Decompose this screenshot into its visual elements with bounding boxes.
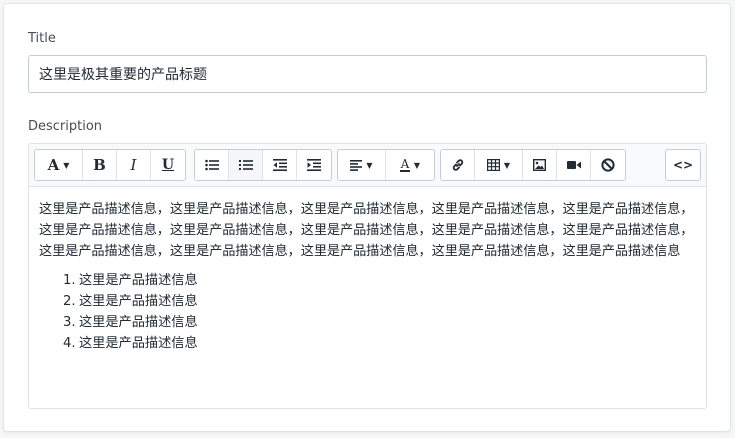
paragraph-group: ▼ A ▼ xyxy=(337,149,435,181)
editor-toolbar: A ▼ B I U ▼ A ▼ ▼ <> xyxy=(29,144,706,187)
list-item: 3. 这里是产品描述信息 xyxy=(63,312,696,333)
list-item-number: 2. xyxy=(63,294,76,309)
list-item: 2. 这里是产品描述信息 xyxy=(63,291,696,312)
ordered-list-icon xyxy=(238,160,253,170)
list-item: 4. 这里是产品描述信息 xyxy=(63,333,696,354)
caret-down-icon: ▼ xyxy=(63,160,70,170)
text-style-group: A ▼ B I U xyxy=(34,149,186,181)
title-label: Title xyxy=(28,31,56,46)
video-button[interactable] xyxy=(557,150,591,180)
video-icon xyxy=(566,161,581,169)
list-item-text: 这里是产品描述信息 xyxy=(79,336,198,351)
link-button[interactable] xyxy=(441,150,475,180)
title-input[interactable] xyxy=(28,55,707,93)
italic-icon: I xyxy=(130,156,137,174)
description-label: Description xyxy=(28,119,103,134)
table-button[interactable]: ▼ xyxy=(475,150,523,180)
align-button[interactable]: ▼ xyxy=(338,150,386,180)
align-left-icon xyxy=(350,159,363,171)
editor-content[interactable]: 这里是产品描述信息，这里是产品描述信息，这里是产品描述信息，这里是产品描述信息，… xyxy=(29,187,706,354)
list-item-number: 4. xyxy=(63,336,76,351)
outdent-icon xyxy=(272,159,287,171)
unordered-list-button[interactable] xyxy=(195,150,229,180)
list-item-number: 1. xyxy=(63,273,76,288)
unordered-list-icon xyxy=(204,159,219,171)
clear-format-icon xyxy=(601,158,615,172)
description-paragraph: 这里是产品描述信息，这里是产品描述信息，这里是产品描述信息，这里是产品描述信息，… xyxy=(39,202,694,259)
table-icon xyxy=(486,159,500,171)
list-item-text: 这里是产品描述信息 xyxy=(79,273,198,288)
underline-icon: U xyxy=(161,157,175,173)
ordered-list-button[interactable] xyxy=(229,150,263,180)
code-view-group: <> xyxy=(665,149,701,181)
image-icon xyxy=(533,159,546,171)
list-group xyxy=(194,149,332,181)
product-form-card: Title Description A ▼ B I U xyxy=(4,4,730,431)
code-view-icon: <> xyxy=(672,158,694,172)
list-item: 1. 这里是产品描述信息 xyxy=(63,270,696,291)
outdent-button[interactable] xyxy=(263,150,297,180)
font-color-button[interactable]: A ▼ xyxy=(386,150,434,180)
bold-button[interactable]: B xyxy=(83,150,117,180)
caret-down-icon: ▼ xyxy=(413,160,421,170)
image-button[interactable] xyxy=(523,150,557,180)
indent-icon xyxy=(307,159,321,171)
description-editor: A ▼ B I U ▼ A ▼ ▼ <> 这里是产品描述信息，这里是产品描述信息… xyxy=(28,143,707,409)
underline-button[interactable]: U xyxy=(151,150,185,180)
link-icon xyxy=(452,159,463,171)
code-view-button[interactable]: <> xyxy=(666,150,700,180)
bold-icon: B xyxy=(93,156,106,174)
ordered-list: 1. 这里是产品描述信息 2. 这里是产品描述信息 3. 这里是产品描述信息 4… xyxy=(39,270,696,354)
insert-group: ▼ xyxy=(440,149,626,181)
font-style-button[interactable]: A ▼ xyxy=(35,150,83,180)
clear-format-button[interactable] xyxy=(591,150,625,180)
indent-button[interactable] xyxy=(297,150,331,180)
caret-down-icon: ▼ xyxy=(366,160,373,170)
list-item-text: 这里是产品描述信息 xyxy=(79,294,198,309)
font-color-icon: A xyxy=(399,157,410,172)
caret-down-icon: ▼ xyxy=(503,160,511,170)
list-item-number: 3. xyxy=(63,315,76,330)
italic-button[interactable]: I xyxy=(117,150,151,180)
list-item-text: 这里是产品描述信息 xyxy=(79,315,198,330)
font-icon: A xyxy=(47,156,60,174)
